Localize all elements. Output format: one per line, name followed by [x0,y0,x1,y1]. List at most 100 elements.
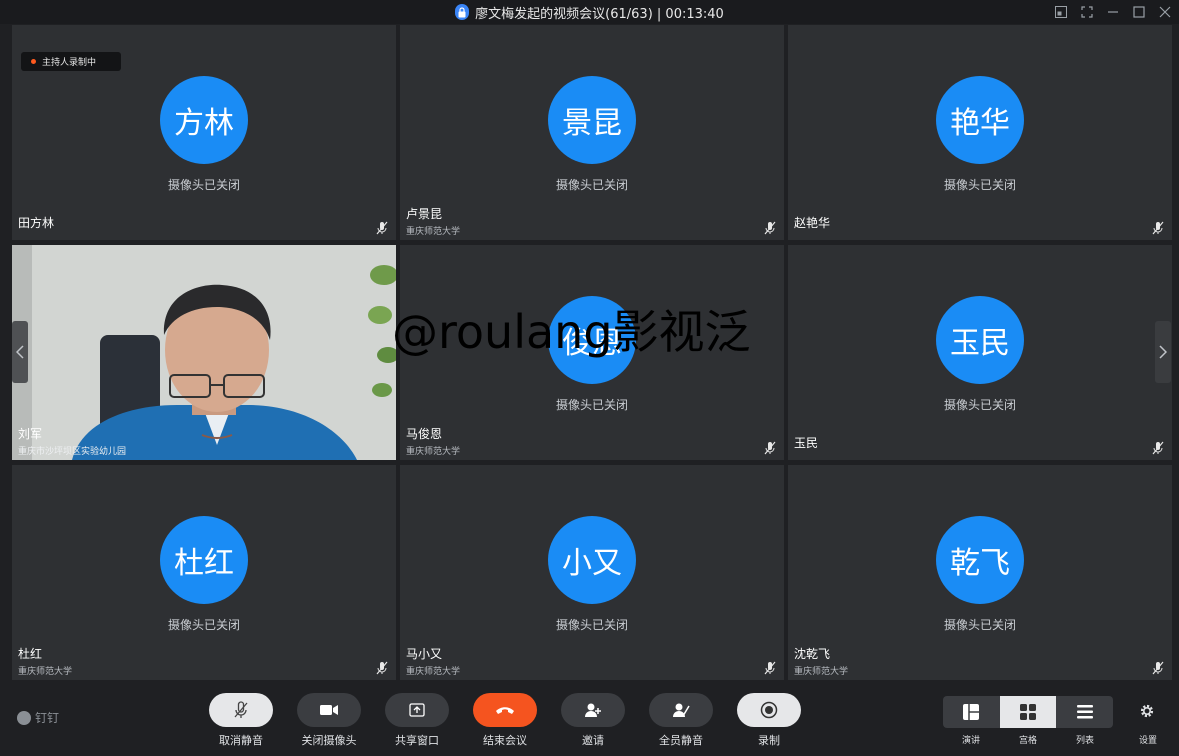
participant-name: 田方林 [18,216,55,230]
avatar: 杜红 [160,516,248,604]
meeting-window: 廖文梅发起的视频会议(61/63) | 00:13:40 主持人录制中 方林 摄… [0,0,1179,756]
participant-org: 重庆师范大学 [794,667,849,677]
participant-tile[interactable]: 小又 摄像头已关闭 马小又 重庆师范大学 [400,465,784,680]
share-window-label: 共享窗口 [395,734,439,747]
turn-off-camera-label: 关闭摄像头 [301,734,357,747]
mic-muted-icon [376,661,388,675]
avatar: 小又 [548,516,636,604]
participant-name: 玉民 [794,436,819,450]
mute-all-label: 全员静音 [659,734,703,747]
participant-org: 重庆师范大学 [406,227,461,237]
brand-logo: 钉钉 [17,709,59,726]
camera-off-text: 摄像头已关闭 [943,618,1016,632]
participant-tile[interactable]: 杜红 摄像头已关闭 杜红 重庆师范大学 [12,465,396,680]
participant-tile[interactable]: 景昆 摄像头已关闭 卢景昆 重庆师范大学 [400,25,784,240]
participant-name: 马小又 [406,647,443,661]
mic-muted-icon [1152,661,1164,675]
mic-muted-icon [234,701,248,718]
unmute-button[interactable] [209,693,273,727]
end-meeting-button[interactable] [473,693,537,727]
record-icon [760,701,778,719]
lock-icon [455,4,470,20]
avatar: 乾飞 [936,516,1024,604]
recording-badge: 主持人录制中 [21,52,121,71]
recording-dot-icon [31,59,36,64]
camera-off-text: 摄像头已关闭 [555,178,628,192]
avatar: 景昆 [548,76,636,164]
camera-off-text: 摄像头已关闭 [943,398,1016,412]
camera-off-text: 摄像头已关闭 [943,178,1016,192]
picture-in-picture-icon[interactable] [1055,6,1067,18]
list-layout-icon [1076,705,1093,719]
turn-off-camera-button[interactable] [297,693,361,727]
chevron-right-icon [1159,345,1167,359]
layout-speaker-button[interactable] [943,696,1000,728]
participant-org: 重庆师范大学 [406,667,461,677]
participant-name: 沈乾飞 [794,647,831,661]
mic-muted-icon [764,221,776,235]
video-feed [12,245,396,460]
next-page-arrow[interactable] [1155,321,1171,383]
participant-tile[interactable]: 乾飞 摄像头已关闭 沈乾飞 重庆师范大学 [788,465,1172,680]
window-controls [1055,0,1171,24]
grid-layout-icon [1020,704,1036,720]
window-title: 廖文梅发起的视频会议(61/63) | 00:13:40 [475,6,724,22]
layout-grid-label: 宫格 [1018,736,1037,746]
participant-name: 卢景昆 [406,207,443,221]
participant-name: 刘军 [18,427,43,441]
participant-org: 重庆市沙坪坝区实验幼儿园 [18,447,127,457]
mute-all-button[interactable] [649,693,713,727]
layout-list-label: 列表 [1075,736,1094,746]
prev-page-arrow[interactable] [12,321,28,383]
participant-tile[interactable]: 主持人录制中 方林 摄像头已关闭 田方林 [12,25,396,240]
brand-label: 钉钉 [35,711,60,725]
layout-list-button[interactable] [1056,696,1113,728]
dingtalk-logo-icon [17,710,31,725]
layout-speaker-label: 演讲 [961,736,980,746]
mic-muted-icon [764,441,776,455]
record-button[interactable] [737,693,801,727]
fullscreen-icon[interactable] [1081,6,1093,18]
hangup-icon [496,707,514,714]
recording-badge-label: 主持人录制中 [42,58,97,68]
participant-org: 重庆师范大学 [18,667,73,677]
mic-muted-icon [764,661,776,675]
camera-icon [320,705,338,715]
settings-gear-icon[interactable] [1139,703,1155,719]
mic-muted-icon [1152,441,1164,455]
watermark-text: @roulang影视泛 [392,305,751,359]
unmute-label: 取消静音 [219,734,263,747]
share-window-icon [409,703,425,717]
layout-switcher [943,696,1113,728]
share-window-button[interactable] [385,693,449,727]
camera-off-text: 摄像头已关闭 [555,398,628,412]
layout-grid-button[interactable] [999,696,1057,728]
participant-name: 杜红 [18,647,43,661]
participant-org: 重庆师范大学 [406,447,461,457]
camera-off-text: 摄像头已关闭 [555,618,628,632]
maximize-icon[interactable] [1133,6,1145,18]
participant-tile[interactable]: 玉民 摄像头已关闭 玉民 [788,245,1172,460]
title-group: 廖文梅发起的视频会议(61/63) | 00:13:40 [455,3,724,22]
avatar: 艳华 [936,76,1024,164]
close-icon[interactable] [1159,6,1171,18]
mic-muted-icon [1152,221,1164,235]
settings-label: 设置 [1138,736,1157,746]
participant-tile[interactable]: 艳华 摄像头已关闭 赵艳华 [788,25,1172,240]
camera-off-text: 摄像头已关闭 [167,618,240,632]
invite-label: 邀请 [582,734,604,747]
camera-off-text: 摄像头已关闭 [167,178,240,192]
end-meeting-label: 结束会议 [483,734,527,747]
title-bar: 廖文梅发起的视频会议(61/63) | 00:13:40 [0,0,1179,24]
invite-icon [585,703,601,717]
participant-name: 马俊恩 [406,427,443,441]
mic-muted-icon [376,221,388,235]
participant-video-tile[interactable]: 刘军 重庆市沙坪坝区实验幼儿园 [12,245,396,460]
avatar: 玉民 [936,296,1024,384]
chevron-left-icon [16,345,24,359]
meeting-toolbar: 钉钉 取消静音 关闭摄像头 共享窗口 结束会议 邀请 全员静音 录制 演讲 宫格… [0,681,1179,756]
avatar: 方林 [160,76,248,164]
invite-button[interactable] [561,693,625,727]
minimize-icon[interactable] [1107,6,1119,18]
participant-name: 赵艳华 [794,216,831,230]
